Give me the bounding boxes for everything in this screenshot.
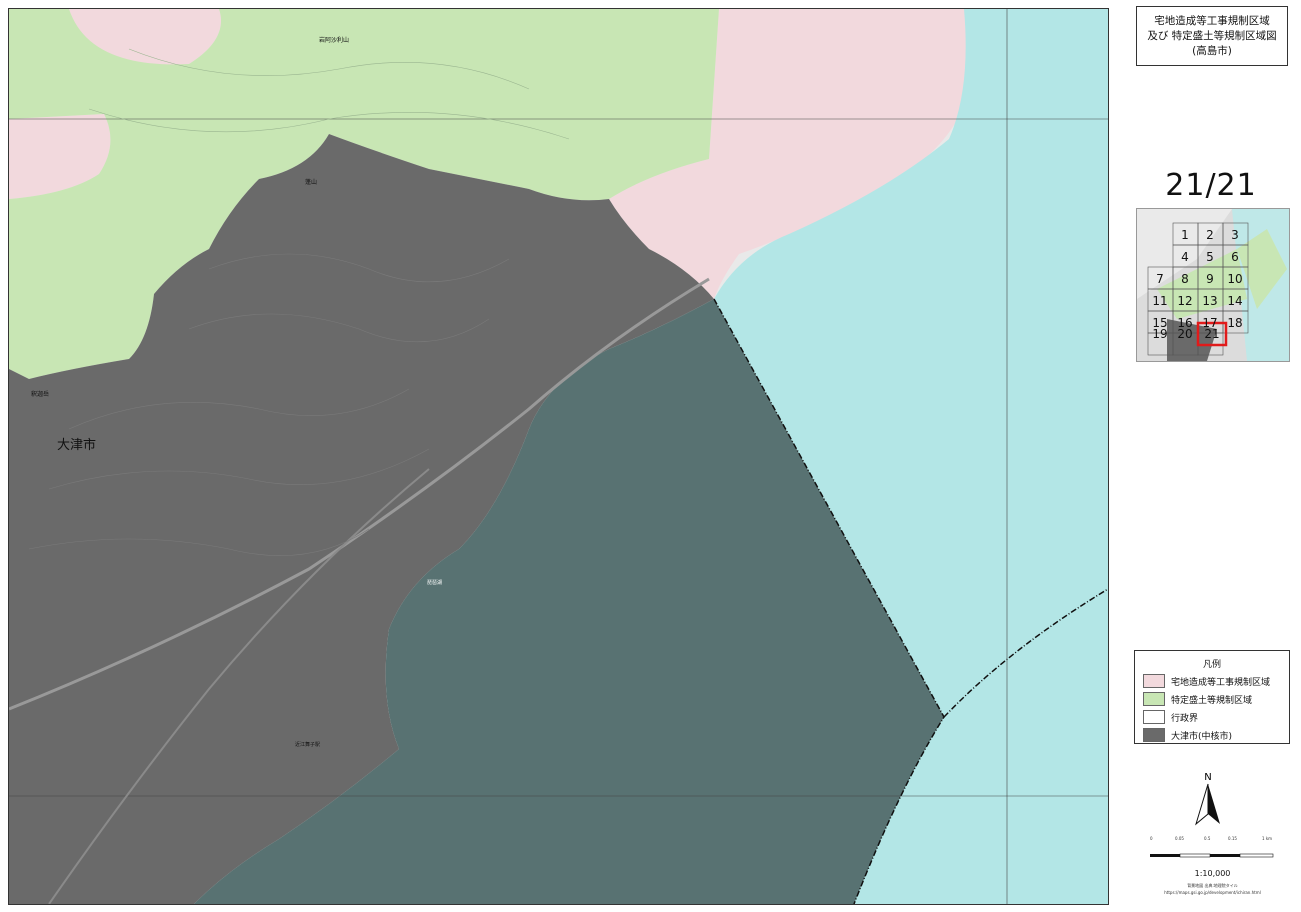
scale-tick-0: 0 [1150,836,1153,841]
sheet-11: 11 [1152,294,1167,308]
sidebar: 宅地造成等工事規制区域 及び 特定盛土等規制区域図 (高島市) 21/21 1 [1112,0,1301,912]
scale-bar: 0 0.05 0.5 0.15 1 km 1:10,000 [1150,836,1275,878]
map-canvas[interactable]: 大津市 岩阿沙利山 蓬山 釈迦岳 近江舞子駅 琵琶湖 [8,8,1109,905]
map-credit: 背景地図 出典:地理院タイル https://maps.gsi.go.jp/de… [1150,882,1275,896]
scale-tick-3: 0.15 [1228,836,1237,841]
legend-item-residential: 宅地造成等工事規制区域 [1143,674,1289,688]
credit-line-1: 背景地図 出典:地理院タイル [1187,883,1238,888]
index-map-drawing: 1 2 3 4 5 6 7 8 9 10 11 12 13 14 15 16 1… [1137,209,1289,361]
sheet-8: 8 [1181,272,1189,286]
city-label: 大津市 [57,438,97,453]
mountain-label: 岩阿沙利山 [319,37,350,44]
credit-line-2: https://maps.gsi.go.jp/development/ichir… [1164,890,1261,895]
legend: 凡例 宅地造成等工事規制区域 特定盛土等規制区域 行政界 大津市(中核市) [1134,650,1290,744]
sheet-5: 5 [1206,250,1214,264]
sheet-4: 4 [1181,250,1189,264]
scale-tick-4: 1 km [1262,836,1273,841]
sheet-18: 18 [1227,316,1242,330]
map-title-box: 宅地造成等工事規制区域 及び 特定盛土等規制区域図 (高島市) [1136,6,1288,66]
scale-tick-2: 0.5 [1204,836,1211,841]
sheet-2: 2 [1206,228,1214,242]
index-map[interactable]: 1 2 3 4 5 6 7 8 9 10 11 12 13 14 15 16 1… [1136,208,1290,362]
sheet-6: 6 [1231,250,1239,264]
legend-swatch-otsu [1143,728,1165,742]
sheet-10: 10 [1227,272,1242,286]
sheet-3: 3 [1231,228,1239,242]
legend-label-residential: 宅地造成等工事規制区域 [1171,677,1271,688]
legend-item-otsu: 大津市(中核市) [1143,728,1289,742]
title-line-2: 及び 特定盛土等規制区域図 [1147,29,1277,42]
legend-label-fill: 特定盛土等規制区域 [1171,695,1253,706]
legend-item-boundary: 行政界 [1143,710,1289,724]
sheet-14: 14 [1227,294,1242,308]
legend-swatch-residential [1143,674,1165,688]
scale-tick-1: 0.05 [1175,836,1184,841]
legend-title: 凡例 [1202,660,1221,670]
legend-swatch-boundary [1143,710,1165,724]
sheet-20: 20 [1177,327,1192,341]
sheet-1: 1 [1181,228,1189,242]
lake-label: 琵琶湖 [427,580,443,586]
map-drawing [9,9,1108,904]
station-label: 近江舞子駅 [295,742,321,748]
hill-label: 釈迦岳 [31,391,50,398]
legend-label-boundary: 行政界 [1171,713,1199,724]
sheet-7: 7 [1156,272,1164,286]
page-indicator: 21/21 [1165,168,1257,203]
title-line-1: 宅地造成等工事規制区域 [1154,14,1270,27]
scale-ratio: 1:10,000 [1194,869,1231,878]
north-arrow-icon: N [1194,770,1222,830]
sheet-9: 9 [1206,272,1214,286]
north-label: N [1204,772,1211,783]
legend-label-otsu: 大津市(中核市) [1171,731,1233,742]
sheet-19: 19 [1152,327,1167,341]
title-line-3: (高島市) [1192,44,1232,57]
legend-item-fill: 特定盛土等規制区域 [1143,692,1289,706]
sheet-21: 21 [1204,327,1219,341]
sheet-12: 12 [1177,294,1192,308]
legend-swatch-fill [1143,692,1165,706]
sheet-13: 13 [1202,294,1217,308]
peak-label: 蓬山 [305,179,318,186]
